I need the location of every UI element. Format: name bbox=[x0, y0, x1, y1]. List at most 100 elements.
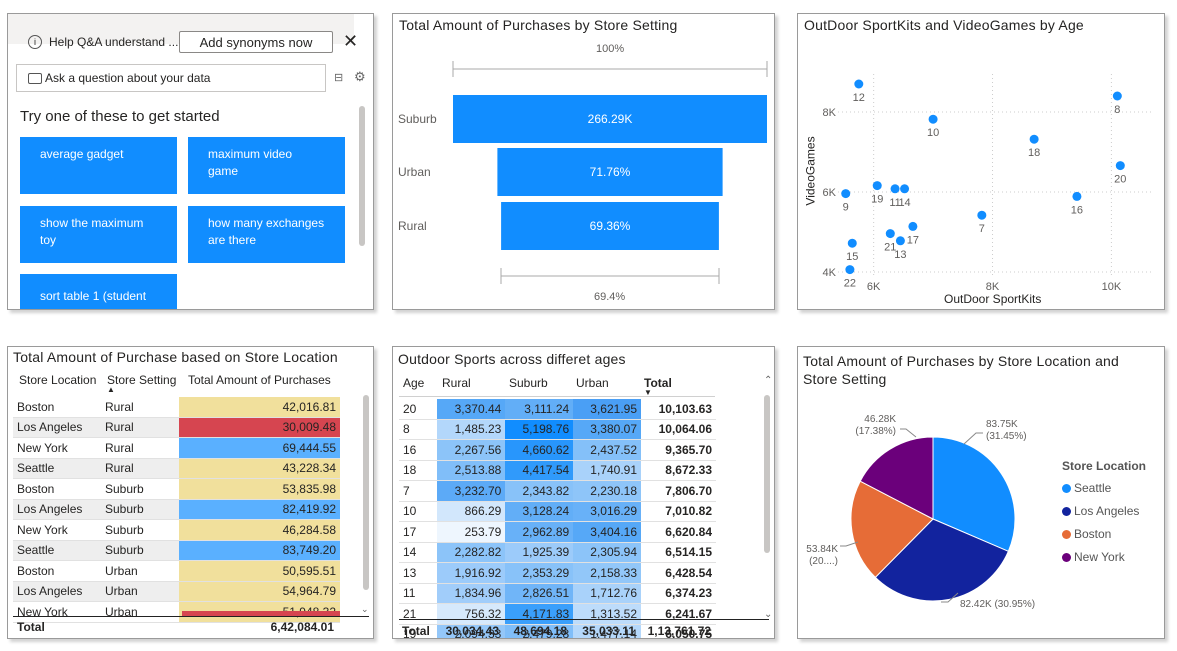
close-icon[interactable]: ✕ bbox=[343, 31, 358, 51]
legend-title: Store Location bbox=[1062, 459, 1147, 473]
cell-suburb: 2,962.89 bbox=[505, 521, 574, 542]
header-suburb[interactable]: Suburb bbox=[509, 376, 548, 390]
add-synonyms-button[interactable]: Add synonyms now bbox=[179, 31, 333, 53]
legend-item[interactable]: New York bbox=[1062, 550, 1125, 564]
cell-total: 6,428.54 bbox=[665, 565, 712, 580]
header-store-setting[interactable]: Store Setting bbox=[107, 373, 176, 387]
scatter-point[interactable] bbox=[1112, 91, 1122, 101]
cell-urban: 1,712.76 bbox=[573, 583, 642, 604]
legend-item[interactable]: Boston bbox=[1062, 527, 1111, 541]
scatter-point[interactable] bbox=[1115, 161, 1125, 171]
cell-age: 10 bbox=[403, 504, 417, 519]
category-label: Urban bbox=[398, 165, 431, 179]
cell-urban: 1,740.91 bbox=[573, 460, 642, 481]
table-row[interactable]: Boston Rural 42,016.81 bbox=[13, 397, 340, 417]
suggestion-button[interactable]: average gadget bbox=[20, 137, 177, 194]
matrix-row[interactable]: 10 866.29 3,128.24 3,016.29 7,010.82 bbox=[399, 501, 716, 522]
cell-total: 6,241.67 bbox=[665, 606, 712, 621]
suggestion-line: game bbox=[208, 164, 239, 178]
cell-suburb: 4,171.83 bbox=[505, 603, 574, 624]
matrix-row[interactable]: 14 2,282.82 1,925.39 2,305.94 6,514.15 bbox=[399, 542, 716, 563]
scatter-point[interactable] bbox=[872, 181, 882, 191]
header-age[interactable]: Age bbox=[403, 376, 424, 390]
matrix-row[interactable]: 13 1,916.92 2,353.29 2,158.33 6,428.54 bbox=[399, 562, 716, 583]
cell-suburb: 2,353.29 bbox=[505, 562, 574, 583]
scroll-down-icon[interactable]: ⌄ bbox=[361, 604, 369, 615]
header-urban[interactable]: Urban bbox=[576, 376, 609, 390]
scatter-point[interactable] bbox=[890, 184, 900, 194]
table-row[interactable]: Boston Urban 50,595.51 bbox=[13, 560, 340, 581]
qa-question-input[interactable]: Ask a question about your data bbox=[16, 64, 326, 92]
funnel-bars: Suburb 266.29K Urban 71.76% Rural 69.36% bbox=[398, 95, 767, 250]
scatter-point[interactable] bbox=[854, 79, 864, 89]
suggestion-button[interactable]: show the maximum toy bbox=[20, 206, 177, 263]
header-store-location[interactable]: Store Location bbox=[19, 373, 96, 387]
header-total-amount[interactable]: Total Amount of Purchases bbox=[188, 373, 331, 387]
table-row[interactable]: Seattle Suburb 83,749.20 bbox=[13, 540, 340, 561]
cell-total-amount: 30,009.48 bbox=[179, 417, 340, 438]
point-label: 12 bbox=[853, 92, 865, 104]
legend-item[interactable]: Seattle bbox=[1062, 481, 1111, 495]
leader-line bbox=[900, 428, 917, 438]
info-icon: i bbox=[28, 35, 42, 49]
suggestion-button[interactable]: how many exchanges are there bbox=[188, 206, 345, 263]
matrix-title: Outdoor Sports across differet ages bbox=[398, 351, 626, 367]
matrix-row[interactable]: 21 756.32 4,171.83 1,313.52 6,241.67 bbox=[399, 603, 716, 624]
cell-rural: 1,916.92 bbox=[437, 562, 506, 583]
scrollbar[interactable] bbox=[359, 106, 365, 246]
table-row[interactable]: Seattle Rural 43,228.34 bbox=[13, 458, 340, 479]
scatter-point[interactable] bbox=[1072, 191, 1082, 201]
legend-item[interactable]: Los Angeles bbox=[1062, 504, 1139, 518]
matrix-row[interactable]: 16 2,267.56 4,660.62 2,437.52 9,365.70 bbox=[399, 439, 716, 460]
matrix-row[interactable]: 7 3,232.70 2,343.82 2,230.18 7,806.70 bbox=[399, 480, 716, 501]
cell-store-location: Los Angeles bbox=[17, 420, 83, 435]
cell-age: 16 bbox=[403, 442, 417, 457]
point-label: 7 bbox=[979, 223, 985, 235]
scatter-point[interactable] bbox=[928, 114, 938, 124]
scatter-point[interactable] bbox=[908, 221, 918, 231]
chat-icon bbox=[28, 73, 42, 84]
scroll-down-icon[interactable]: ⌄ bbox=[764, 609, 772, 620]
field-list-icon[interactable]: ⊟ bbox=[334, 71, 343, 84]
scatter-point[interactable] bbox=[895, 236, 905, 246]
scrollbar[interactable] bbox=[764, 395, 770, 553]
header-rural[interactable]: Rural bbox=[442, 376, 471, 390]
scatter-point[interactable] bbox=[977, 210, 987, 220]
matrix-row[interactable]: 20 3,370.44 3,111.24 3,621.95 10,103.63 bbox=[399, 399, 716, 419]
table-row[interactable]: Los Angeles Suburb 82,419.92 bbox=[13, 499, 340, 520]
scrollbar[interactable] bbox=[363, 395, 369, 590]
legend-marker-icon bbox=[1062, 530, 1071, 539]
table-row[interactable]: New York Rural 69,444.55 bbox=[13, 437, 340, 458]
matrix-row[interactable]: 18 2,513.88 4,417.54 1,740.91 8,672.33 bbox=[399, 460, 716, 481]
sort-ascending-icon: ▲ bbox=[107, 385, 115, 394]
table-row[interactable]: Los Angeles Rural 30,009.48 bbox=[13, 417, 340, 438]
table-row[interactable]: New York Suburb 46,284.58 bbox=[13, 519, 340, 540]
scatter-point[interactable] bbox=[885, 229, 895, 239]
scatter-point[interactable] bbox=[841, 189, 851, 199]
scatter-point[interactable] bbox=[847, 238, 857, 248]
scatter-point[interactable] bbox=[1029, 134, 1039, 144]
data-label: 69.36% bbox=[590, 219, 631, 233]
suggestion-button[interactable]: maximum video game bbox=[188, 137, 345, 194]
cell-age: 8 bbox=[403, 422, 410, 437]
point-label: 9 bbox=[843, 202, 849, 214]
suggestion-line: how many exchanges bbox=[208, 216, 325, 230]
data-label: 83.75K bbox=[986, 419, 1018, 430]
cell-urban: 1,313.52 bbox=[573, 603, 642, 624]
cell-urban: 2,305.94 bbox=[573, 542, 642, 563]
table-row[interactable]: Boston Suburb 53,835.98 bbox=[13, 478, 340, 499]
table-row[interactable]: Los Angeles Urban 54,964.79 bbox=[13, 581, 340, 602]
scatter-point[interactable] bbox=[845, 265, 855, 275]
scroll-up-icon[interactable]: ⌃ bbox=[764, 375, 772, 386]
settings-gear-icon[interactable]: ⚙ bbox=[354, 69, 366, 85]
point-label: 15 bbox=[846, 251, 858, 263]
cell-total-amount: 53,835.98 bbox=[179, 478, 340, 499]
cell-suburb: 2,343.82 bbox=[505, 480, 574, 501]
cell-total: 7,010.82 bbox=[665, 504, 712, 519]
matrix-row[interactable]: 11 1,834.96 2,826.51 1,712.76 6,374.23 bbox=[399, 583, 716, 604]
suggestion-button[interactable]: sort table 1 (student bbox=[20, 274, 177, 309]
matrix-row[interactable]: 8 1,485.23 5,198.76 3,380.07 10,064.06 bbox=[399, 419, 716, 440]
scatter-point[interactable] bbox=[900, 184, 910, 194]
cell-store-setting: Urban bbox=[105, 604, 138, 619]
matrix-row[interactable]: 17 253.79 2,962.89 3,404.16 6,620.84 bbox=[399, 521, 716, 542]
